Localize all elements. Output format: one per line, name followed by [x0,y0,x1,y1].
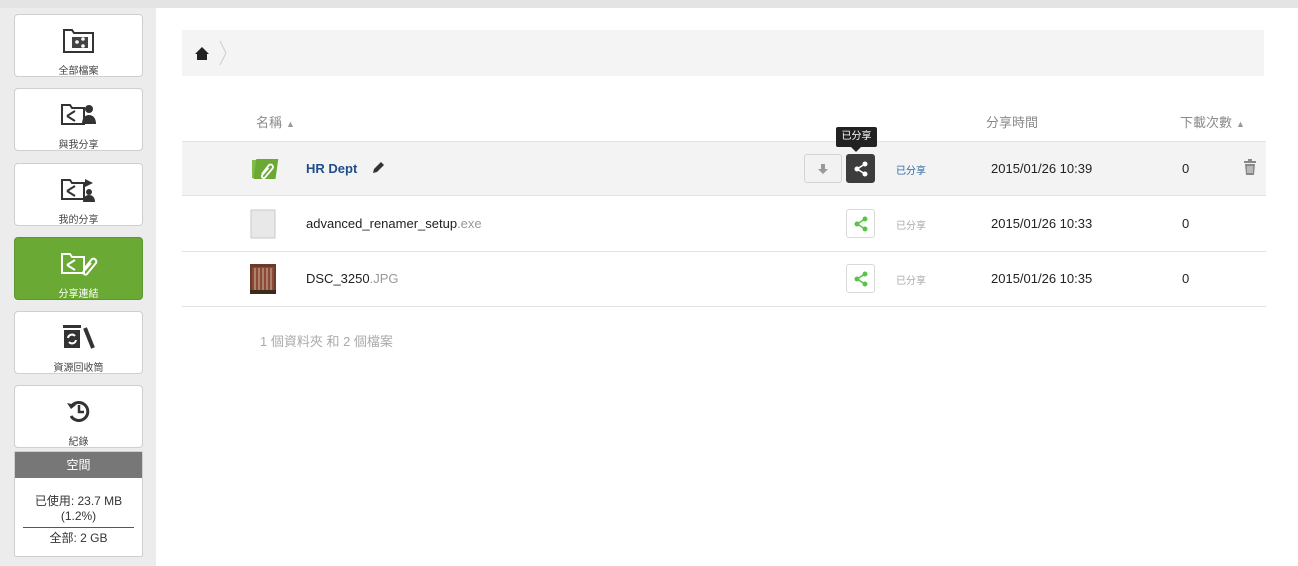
column-header-downloads[interactable]: 下載次數 ▲ [1180,112,1245,131]
file-name-text: advanced_renamer_setup [306,216,458,231]
storage-used: 已使用: 23.7 MB (1.2%) [15,494,142,524]
sidebar-item-label: 與我分享 [58,140,99,151]
download-count: 0 [1182,271,1190,286]
column-header-name-label: 名稱 [256,115,283,130]
breadcrumb [182,30,1264,76]
share-date: 2015/01/26 10:39 [991,161,1093,176]
download-button[interactable] [804,154,842,183]
sort-asc-icon: ▲ [1236,119,1245,129]
share-icon [854,216,867,231]
download-count: 0 [1182,161,1190,176]
file-name[interactable]: HR Dept [306,161,385,176]
column-header-downloads-label: 下載次數 [1180,115,1233,130]
column-header-name[interactable]: 名稱 ▲ [256,112,295,131]
history-icon [15,396,142,426]
storage-used-amount: 已使用: 23.7 MB [34,494,123,508]
shared-with-me-icon [15,99,142,129]
main-content: 名稱 ▲ 分享時間 下載次數 ▲ HR Dept 已分享 2015/01/26 10… [156,8,1298,566]
item-count-summary: 1 個資料夾 和 2 個檔案 [260,334,393,349]
share-button[interactable] [846,154,875,183]
sort-asc-icon: ▲ [286,119,295,129]
shared-status: 已分享 [896,221,926,232]
file-name[interactable]: advanced_renamer_setup.exe [306,216,482,231]
file-extension: .JPG [369,271,399,286]
column-header-share-time[interactable]: 分享時間 [986,112,1038,131]
file-extension: .exe [457,216,482,231]
sidebar-item-label: 全部檔案 [58,66,99,77]
download-icon [818,163,828,174]
share-tooltip: 已分享 [836,127,877,152]
sidebar-item-label: 我的分享 [58,215,99,226]
table-row[interactable]: DSC_3250.JPG 已分享 2015/01/26 10:35 0 [182,252,1266,307]
storage-panel: 空間 已使用: 23.7 MB (1.2%) 全部: 2 GB [14,451,143,557]
sidebar: 全部檔案 與我分享 我的分享 分享連結 資源回收筒 紀錄 空間 已使用: 23.… [0,8,156,566]
trash-icon[interactable] [1244,159,1256,175]
storage-used-percent: (1.2%) [60,509,97,523]
share-date: 2015/01/26 10:35 [991,271,1093,286]
sidebar-item-my-shares[interactable]: 我的分享 [14,163,143,226]
table-row[interactable]: advanced_renamer_setup.exe 已分享 2015/01/2… [182,197,1266,252]
sidebar-item-label: 分享連結 [58,289,99,300]
download-count: 0 [1182,216,1190,231]
share-icon [854,271,867,286]
storage-total: 全部: 2 GB [49,531,108,545]
image-thumbnail [250,264,276,294]
file-name[interactable]: DSC_3250.JPG [306,271,399,286]
sidebar-item-recycle-bin[interactable]: 資源回收筒 [14,311,143,374]
sidebar-item-label: 資源回收筒 [53,363,104,374]
all-files-icon [15,25,142,55]
share-link-icon [15,248,142,278]
generic-file-icon [250,209,276,239]
column-header-share-time-label: 分享時間 [986,115,1039,130]
sidebar-item-all-files[interactable]: 全部檔案 [14,14,143,77]
my-shares-icon [15,174,142,204]
shared-status: 已分享 [896,276,926,287]
sidebar-item-share-link[interactable]: 分享連結 [14,237,143,300]
file-name-text: HR Dept [306,161,358,176]
table-row[interactable]: HR Dept 已分享 2015/01/26 10:39 0 [182,141,1266,196]
share-button[interactable] [846,264,875,293]
home-icon[interactable] [194,46,210,62]
shared-status-link[interactable]: 已分享 [896,162,926,177]
sidebar-item-label: 紀錄 [68,437,89,448]
share-icon [854,161,867,176]
recycle-bin-icon [15,322,142,352]
shared-folder-icon [252,159,279,179]
top-bar [0,0,1298,8]
storage-divider [23,527,134,528]
sidebar-item-shared-with-me[interactable]: 與我分享 [14,88,143,151]
sidebar-item-history[interactable]: 紀錄 [14,385,143,448]
rename-pencil-icon[interactable] [371,161,385,175]
share-date: 2015/01/26 10:33 [991,216,1093,231]
share-button[interactable] [846,209,875,238]
file-name-text: DSC_3250 [306,271,370,286]
storage-title: 空間 [15,452,142,478]
breadcrumb-separator-icon [219,40,227,66]
